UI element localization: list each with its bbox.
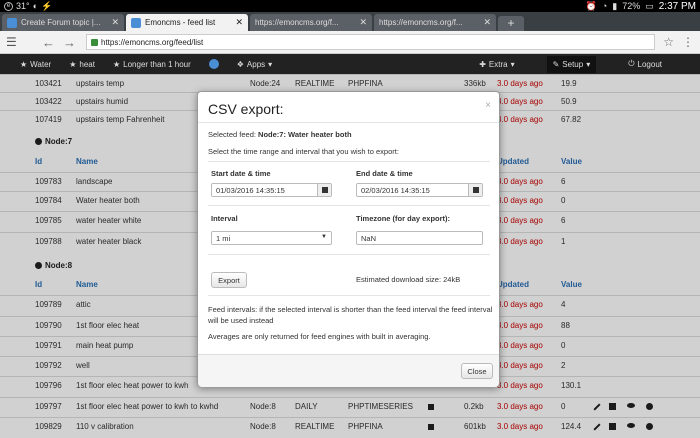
chevron-down-icon: ▼ <box>321 234 327 240</box>
divider <box>198 122 499 123</box>
status-bar: e 31° ◐ ⚡ ⏰ ◔ ▮ 72% ▭ 2:37 PM <box>0 0 700 12</box>
selected-feed-name: Node:7: Water heater both <box>258 130 352 139</box>
nav-extra[interactable]: ✚ Extra ▾ <box>479 56 514 73</box>
new-tab-button[interactable]: + <box>498 16 524 31</box>
nav-label: heat <box>79 59 95 69</box>
selected-feed-prefix: Selected feed: <box>208 130 259 139</box>
tab-feed-list[interactable]: Emoncms - feed list ✕ <box>126 14 248 31</box>
calendar-icon[interactable] <box>317 184 331 196</box>
feed-intervals-note: Feed intervals: if the selected interval… <box>208 305 493 325</box>
modal-footer: Close <box>198 354 499 387</box>
tab-title: Create Forum topic |... <box>21 18 101 27</box>
temperature-readout: 31° <box>16 1 30 11</box>
nav-label: Setup <box>562 59 584 69</box>
nav-apps[interactable]: ❖ Apps ▾ <box>237 60 272 69</box>
chevron-down-icon: ▾ <box>586 59 591 69</box>
close-icon[interactable]: ✕ <box>359 17 367 28</box>
interval-label: Interval <box>211 214 238 223</box>
tab-title: https://emoncms.org/f... <box>255 18 339 27</box>
weather-icon: ◐ <box>32 1 39 11</box>
divider <box>208 161 490 162</box>
forward-icon[interactable]: → <box>63 35 76 50</box>
close-icon[interactable]: ✕ <box>483 17 491 28</box>
globe-icon <box>208 59 219 69</box>
nav-label: Water <box>30 59 52 69</box>
csv-export-modal: CSV export: × Selected feed: Node:7: Wat… <box>197 91 500 387</box>
lock-icon <box>91 38 98 46</box>
divider <box>208 205 490 206</box>
tab-emoncms-2[interactable]: https://emoncms.org/f... ✕ <box>374 14 496 31</box>
nav-water[interactable]: ★ Water <box>20 60 51 69</box>
notification-icon: e <box>4 1 13 11</box>
end-date-input[interactable]: 02/03/2016 14:35:15 <box>356 183 483 197</box>
interval-value: 1 mi <box>216 233 231 243</box>
nav-heat[interactable]: ★ heat <box>69 60 95 69</box>
emoncms-favicon-icon <box>131 17 141 28</box>
nav-label: Logout <box>637 59 662 69</box>
chevron-down-icon: ▾ <box>510 59 515 69</box>
close-icon[interactable]: ✕ <box>235 17 243 28</box>
nav-globe[interactable] <box>208 59 219 69</box>
tab-emoncms-1[interactable]: https://emoncms.org/f... ✕ <box>250 14 372 31</box>
tab-title: Emoncms - feed list <box>145 18 216 27</box>
export-button[interactable]: Export <box>211 272 247 288</box>
plus-icon: ✚ <box>479 59 486 69</box>
tab-title: https://emoncms.org/f... <box>379 18 463 27</box>
timezone-input[interactable]: NaN <box>356 231 483 245</box>
nav-label: Extra <box>488 59 508 69</box>
interval-select[interactable]: 1 mi ▼ <box>211 231 332 245</box>
nav-label: Longer than 1 hour <box>123 59 191 69</box>
hamburger-icon[interactable]: ☰ <box>6 35 18 49</box>
chevron-down-icon: ▾ <box>268 59 273 69</box>
close-icon[interactable]: ✕ <box>111 17 119 28</box>
clock: 2:37 PM <box>658 0 696 12</box>
divider <box>208 254 490 255</box>
calendar-icon[interactable] <box>468 184 482 196</box>
tab-strip: Create Forum topic |... ✕ Emoncms - feed… <box>0 12 700 31</box>
modal-title: CSV export: <box>208 101 284 117</box>
start-date-label: Start date & time <box>211 169 271 178</box>
back-icon[interactable]: ← <box>42 35 55 50</box>
instruction-text: Select the time range and interval that … <box>208 147 399 156</box>
app-navbar: ★ Water ★ heat ★ Longer than 1 hour ❖ Apps ▾ … <box>0 54 700 74</box>
timezone-label: Timezone (for day export): <box>356 214 451 223</box>
nav-logout[interactable]: ⏻ Logout <box>628 56 662 73</box>
power-icon: ⏻ <box>628 59 635 68</box>
star-icon: ★ <box>69 59 77 69</box>
star-icon: ★ <box>112 59 121 69</box>
nav-label: Apps <box>246 59 266 69</box>
wrench-icon: ✎ <box>552 59 560 69</box>
forum-favicon-icon <box>7 17 17 28</box>
cube-icon: ❖ <box>236 59 244 69</box>
lightning-icon: ⚡ <box>41 0 53 11</box>
averages-note: Averages are only returned for feed engi… <box>208 332 431 341</box>
start-date-input[interactable]: 01/03/2016 14:35:15 <box>211 183 332 197</box>
start-date-value: 01/03/2016 14:35:15 <box>216 185 285 195</box>
nav-longer-than-hour[interactable]: ★ Longer than 1 hour <box>113 60 191 69</box>
close-button[interactable]: Close <box>461 363 493 379</box>
end-date-value: 02/03/2016 14:35:15 <box>361 185 430 195</box>
more-icon[interactable]: ⋮ <box>682 35 694 49</box>
url-text: https://emoncms.org/feed/list <box>101 37 204 47</box>
alarm-icon: ⏰ <box>585 0 597 11</box>
modal-close-icon[interactable]: × <box>485 100 491 111</box>
battery-icon: ▭ <box>645 0 654 11</box>
signal-icon: ▮ <box>612 0 618 11</box>
battery-readout: 72% <box>622 1 641 11</box>
end-date-label: End date & time <box>356 169 413 178</box>
address-bar: ☰ ← → https://emoncms.org/feed/list ☆ ⋮ <box>0 31 700 54</box>
tab-forum[interactable]: Create Forum topic |... ✕ <box>2 14 124 31</box>
nav-setup[interactable]: ✎ Setup ▾ <box>546 55 597 73</box>
download-size-text: Estimated download size: 24kB <box>356 275 461 284</box>
star-icon[interactable]: ☆ <box>663 35 674 49</box>
url-input[interactable]: https://emoncms.org/feed/list <box>86 34 656 50</box>
timezone-value: NaN <box>361 233 377 243</box>
selected-feed-text: Selected feed: Node:7: Water heater both <box>208 130 352 139</box>
wifi-icon: ◔ <box>601 1 608 11</box>
divider <box>208 295 490 296</box>
star-icon: ★ <box>20 59 28 69</box>
